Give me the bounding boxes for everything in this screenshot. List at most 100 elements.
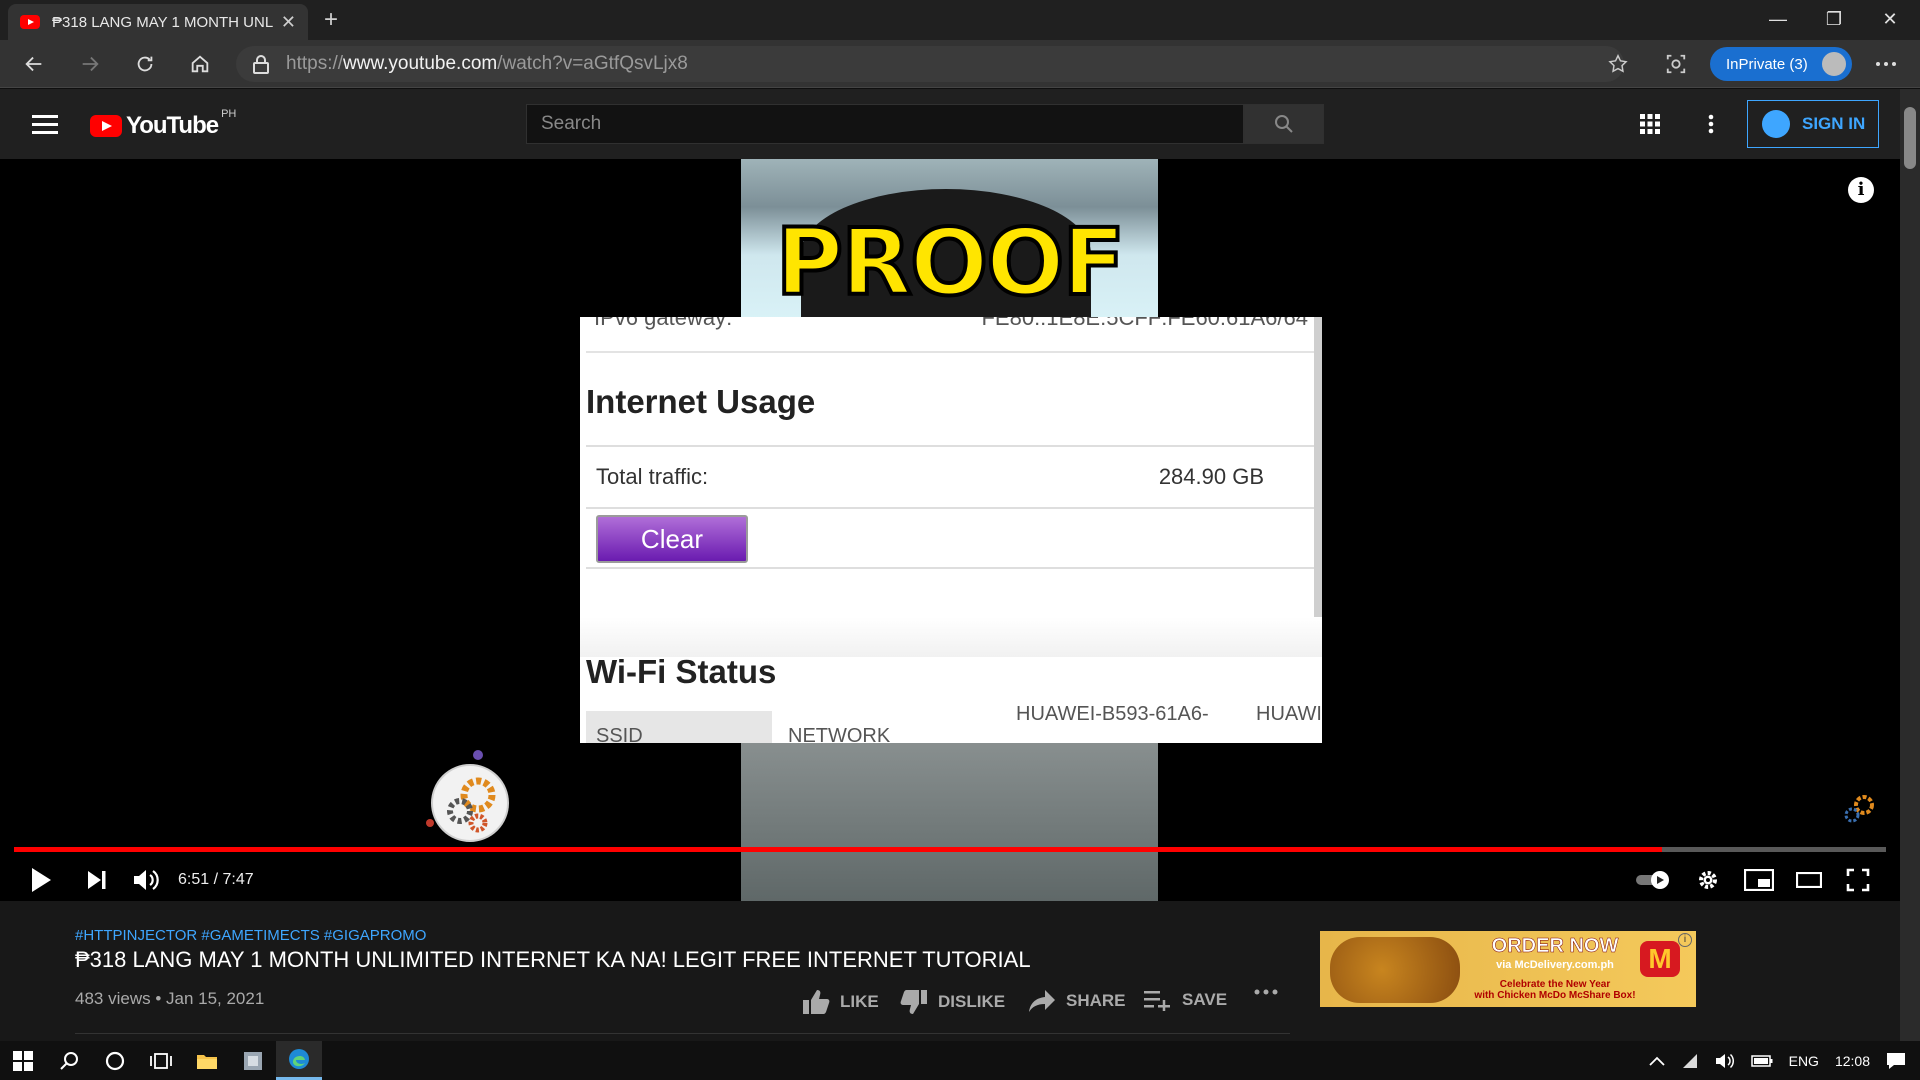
new-tab-button[interactable]: + <box>316 6 346 36</box>
url-scheme: https:// <box>286 53 344 74</box>
volume-icon[interactable] <box>132 865 160 895</box>
page-scrollbar[interactable] <box>1900 89 1920 1041</box>
edge-browser-icon[interactable] <box>276 1041 322 1080</box>
back-icon[interactable] <box>16 48 52 80</box>
close-window-button[interactable]: ✕ <box>1862 0 1918 40</box>
ad-tagline-line-2: with Chicken McDo McShare Box! <box>1474 990 1636 1001</box>
ad-info-icon[interactable]: i <box>1678 933 1692 947</box>
sign-in-label: SIGN IN <box>1802 114 1866 133</box>
video-player[interactable]: PROOF IPv6 gateway: FE80::1E8E:5CFF:FE60… <box>0 159 1900 901</box>
ad-headline: ORDER NOW <box>1491 935 1619 958</box>
cortana-icon[interactable] <box>92 1041 138 1080</box>
ssid-value-1: HUAWEI-B593-61A6- <box>1016 703 1209 725</box>
ssid-row: SSID NETWORK HUAWEI-B593-61A6- HUAWI <box>586 703 1322 743</box>
home-icon[interactable] <box>182 48 218 80</box>
account-icon <box>1762 110 1790 138</box>
hashtags[interactable]: #HTTPINJECTOR #GAMETIMECTS #GIGAPROMO <box>75 927 426 944</box>
gateway-label: IPv6 gateway: <box>594 317 733 330</box>
play-icon[interactable] <box>30 865 52 895</box>
ad-tagline-line-1: Celebrate the New Year <box>1499 979 1611 990</box>
thumbs-down-icon <box>900 990 927 1014</box>
scrollbar-thumb[interactable] <box>1904 107 1916 169</box>
youtube-play-logo-icon <box>90 115 122 137</box>
like-button[interactable]: LIKE <box>802 989 879 1015</box>
lock-icon[interactable] <box>252 54 270 74</box>
restore-button[interactable]: ❐ <box>1806 0 1862 40</box>
close-tab-icon[interactable]: ✕ <box>281 12 296 33</box>
autoplay-toggle[interactable] <box>1636 865 1672 895</box>
total-traffic-value: 284.90 GB <box>1158 464 1264 489</box>
tray-chevron-icon[interactable] <box>1648 1056 1665 1066</box>
info-icon[interactable]: i <box>1848 177 1874 203</box>
browser-tab[interactable]: ₱318 LANG MAY 1 MONTH UNLI ✕ <box>8 4 308 40</box>
more-actions-icon[interactable] <box>1254 989 1288 995</box>
forward-icon[interactable] <box>72 48 108 80</box>
clear-row: Clear <box>586 507 1314 569</box>
fullscreen-icon[interactable] <box>1846 865 1870 895</box>
settings-more-icon[interactable] <box>1708 114 1714 134</box>
ad-tagline: Celebrate the New Year with Chicken McDo… <box>1470 979 1640 1001</box>
share-arrow-icon <box>1029 990 1055 1012</box>
details-divider <box>75 1033 1290 1034</box>
clear-button: Clear <box>596 515 748 563</box>
theater-mode-icon[interactable] <box>1796 865 1822 895</box>
clock[interactable]: 12:08 <box>1835 1053 1870 1069</box>
like-label: LIKE <box>840 992 879 1011</box>
url-path: /watch?v=aGtfQsvLjx8 <box>497 53 688 74</box>
search-input[interactable]: Search <box>526 104 1244 144</box>
sign-in-button[interactable]: SIGN IN <box>1747 100 1879 148</box>
task-view-icon[interactable] <box>138 1041 184 1080</box>
file-explorer-icon[interactable] <box>184 1041 230 1080</box>
battery-icon[interactable] <box>1750 1054 1773 1067</box>
save-label: SAVE <box>1182 990 1228 1009</box>
save-button[interactable]: SAVE <box>1144 989 1227 1011</box>
screenshot-capture-icon[interactable] <box>1658 48 1694 80</box>
thumbs-up-icon <box>803 990 830 1014</box>
youtube-logo-text: YouTube <box>126 112 219 139</box>
share-button[interactable]: SHARE <box>1028 989 1126 1013</box>
youtube-favicon-icon <box>20 15 40 29</box>
gateway-value: FE80::1E8E:5CFF:FE60:61A6/64 <box>981 317 1308 330</box>
network-label: NETWORK <box>788 725 891 743</box>
url-host: www.youtube.com <box>343 53 498 74</box>
time-display: 6:51 / 7:47 <box>178 871 254 888</box>
total-traffic-label: Total traffic: <box>596 464 709 489</box>
browser-menu-icon[interactable] <box>1868 48 1904 80</box>
gateway-row: IPv6 gateway: FE80::1E8E:5CFF:FE60:61A6/… <box>586 317 1316 353</box>
taskbar-search-icon[interactable] <box>46 1041 92 1080</box>
windows-taskbar: ENG 12:08 <box>0 1041 1920 1080</box>
network-icon[interactable] <box>1681 1053 1699 1069</box>
next-video-icon[interactable] <box>86 865 108 895</box>
apps-grid-icon[interactable] <box>1640 114 1660 134</box>
address-bar[interactable]: https://www.youtube.com/watch?v=aGtfQsvL… <box>236 46 1624 82</box>
hamburger-menu-icon[interactable] <box>32 114 58 134</box>
view-count-date: 483 views • Jan 15, 2021 <box>75 989 265 1008</box>
minimize-button[interactable]: — <box>1750 0 1806 40</box>
favorite-star-icon[interactable] <box>1600 48 1636 80</box>
ssid-label: SSID <box>596 725 643 743</box>
channel-watermark-icon[interactable] <box>1838 791 1878 827</box>
speaker-icon[interactable] <box>1715 1053 1735 1069</box>
language-indicator[interactable]: ENG <box>1789 1053 1819 1069</box>
video-progress-bar[interactable] <box>14 847 1886 852</box>
inprivate-button[interactable]: InPrivate (3) <box>1710 47 1852 81</box>
video-details: #HTTPINJECTOR #GAMETIMECTS #GIGAPROMO ₱3… <box>0 901 1900 1041</box>
app-icon[interactable] <box>230 1041 276 1080</box>
search-button[interactable] <box>1244 104 1324 144</box>
settings-gear-icon[interactable] <box>1696 865 1720 895</box>
windows-start-icon[interactable] <box>0 1041 46 1080</box>
notification-center-icon[interactable] <box>1886 1052 1906 1070</box>
dislike-button[interactable]: DISLIKE <box>900 989 1005 1015</box>
browser-tab-strip: ₱318 LANG MAY 1 MONTH UNLI ✕ + — ❐ ✕ <box>0 0 1920 40</box>
browser-toolbar: https://www.youtube.com/watch?v=aGtfQsvL… <box>0 40 1920 88</box>
mcdelivery-ad-banner[interactable]: ORDER NOW via McDelivery.com.ph Celebrat… <box>1320 931 1696 1007</box>
share-label: SHARE <box>1066 991 1126 1010</box>
tab-title: ₱318 LANG MAY 1 MONTH UNLI <box>52 13 273 31</box>
ad-via: via McDelivery.com.ph <box>1496 959 1614 971</box>
video-title: ₱318 LANG MAY 1 MONTH UNLIMITED INTERNET… <box>75 947 1031 972</box>
refresh-icon[interactable] <box>127 48 163 80</box>
youtube-logo[interactable]: YouTube PH <box>90 108 236 140</box>
miniplayer-icon[interactable] <box>1744 865 1774 895</box>
search-icon <box>1275 115 1293 133</box>
player-controls: 6:51 / 7:47 <box>0 859 1900 901</box>
